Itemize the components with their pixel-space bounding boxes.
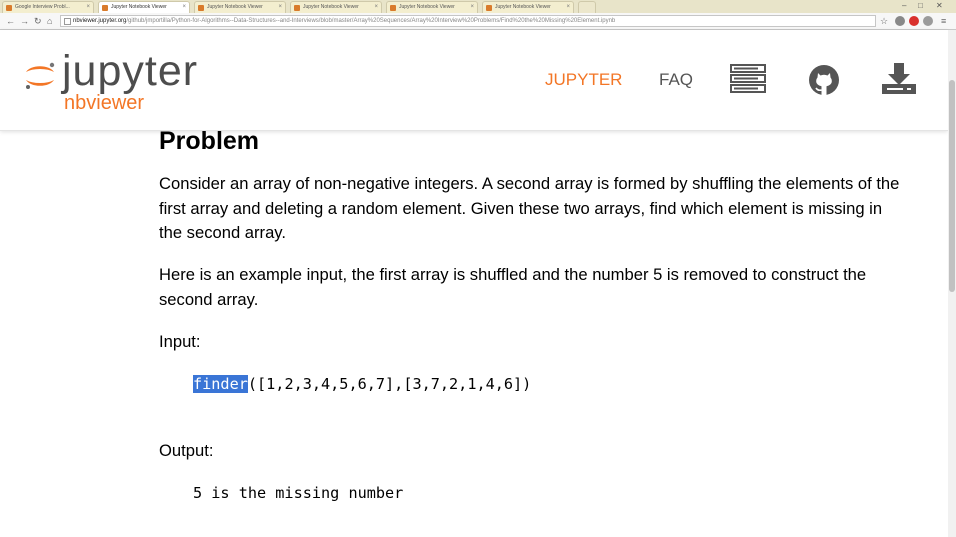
tab-close-icon[interactable]: ×: [566, 2, 570, 13]
nav-jupyter-link[interactable]: JUPYTER: [545, 70, 622, 90]
tab-favicon-icon: [486, 5, 492, 11]
menu-icon[interactable]: ≡: [941, 15, 946, 27]
bookmark-star-icon[interactable]: ☆: [880, 15, 888, 27]
browser-tab[interactable]: Jupyter Notebook Viewer ×: [386, 1, 478, 13]
tab-close-icon[interactable]: ×: [470, 2, 474, 13]
output-label: Output:: [159, 441, 214, 460]
nav-faq-link[interactable]: FAQ: [659, 70, 693, 90]
example-description: Here is an example input, the first arra…: [159, 265, 867, 309]
tab-close-icon[interactable]: ×: [182, 2, 186, 13]
scrollbar-thumb[interactable]: [949, 80, 955, 292]
extension-icon[interactable]: [923, 16, 933, 26]
code-arguments: ([1,2,3,4,5,6,7],[3,7,2,1,4,6]): [247, 375, 532, 393]
browser-tab[interactable]: Jupyter Notebook Viewer ×: [290, 1, 382, 13]
browser-tab-active[interactable]: Jupyter Notebook Viewer ×: [98, 1, 190, 13]
input-label: Input:: [159, 332, 201, 351]
browser-tabstrip: Google Interview Probl... × Jupyter Noteb…: [0, 0, 956, 14]
page-info-icon[interactable]: [64, 18, 71, 25]
back-icon[interactable]: ←: [6, 15, 15, 27]
logo-wordmark: jupyter: [62, 47, 199, 95]
selected-text[interactable]: finder: [193, 375, 248, 393]
tab-favicon-icon: [294, 5, 300, 11]
problem-heading: Problem: [159, 127, 260, 155]
reload-icon[interactable]: ↻: [34, 15, 42, 27]
address-bar[interactable]: nbviewer.jupyter.org/github/jmportilla/P…: [60, 15, 876, 27]
tab-close-icon[interactable]: ×: [86, 2, 90, 13]
tab-favicon-icon: [6, 5, 12, 11]
jupyter-nbviewer-logo[interactable]: jupyter nbviewer: [22, 46, 232, 116]
adblock-extension-icon[interactable]: [909, 16, 919, 26]
tab-favicon-icon: [390, 5, 396, 11]
problem-description: Consider an array of non-negative intege…: [159, 174, 900, 242]
jupyter-orbit-icon: [26, 62, 55, 89]
maximize-icon[interactable]: □: [918, 1, 923, 10]
download-icon[interactable]: [881, 62, 917, 96]
browser-tab[interactable]: Jupyter Notebook Viewer ×: [194, 1, 286, 13]
minimize-icon[interactable]: –: [902, 1, 906, 10]
extension-icon[interactable]: [895, 16, 905, 26]
close-window-icon[interactable]: ✕: [936, 1, 943, 10]
nbviewer-header: jupyter nbviewer JUPYTER FAQ: [0, 30, 948, 131]
forward-icon[interactable]: →: [20, 15, 29, 27]
page-scrollbar[interactable]: [948, 30, 956, 537]
tab-favicon-icon: [198, 5, 204, 11]
input-code: finder([1,2,3,4,5,6,7],[3,7,2,1,4,6]): [193, 374, 531, 394]
home-icon[interactable]: ⌂: [47, 15, 52, 27]
browser-tab[interactable]: Google Interview Probl... ×: [2, 1, 94, 13]
tab-close-icon[interactable]: ×: [374, 2, 378, 13]
new-tab-button[interactable]: [578, 1, 596, 13]
browser-tab[interactable]: Jupyter Notebook Viewer ×: [482, 1, 574, 13]
tab-favicon-icon: [102, 5, 108, 11]
browser-toolbar: ← → ↻ ⌂ nbviewer.jupyter.org/github/jmpo…: [0, 13, 956, 30]
output-code: 5 is the missing number: [193, 484, 404, 502]
tab-close-icon[interactable]: ×: [278, 2, 282, 13]
logo-subtitle: nbviewer: [64, 92, 145, 114]
github-icon[interactable]: [808, 64, 840, 96]
list-view-icon[interactable]: [730, 64, 766, 94]
